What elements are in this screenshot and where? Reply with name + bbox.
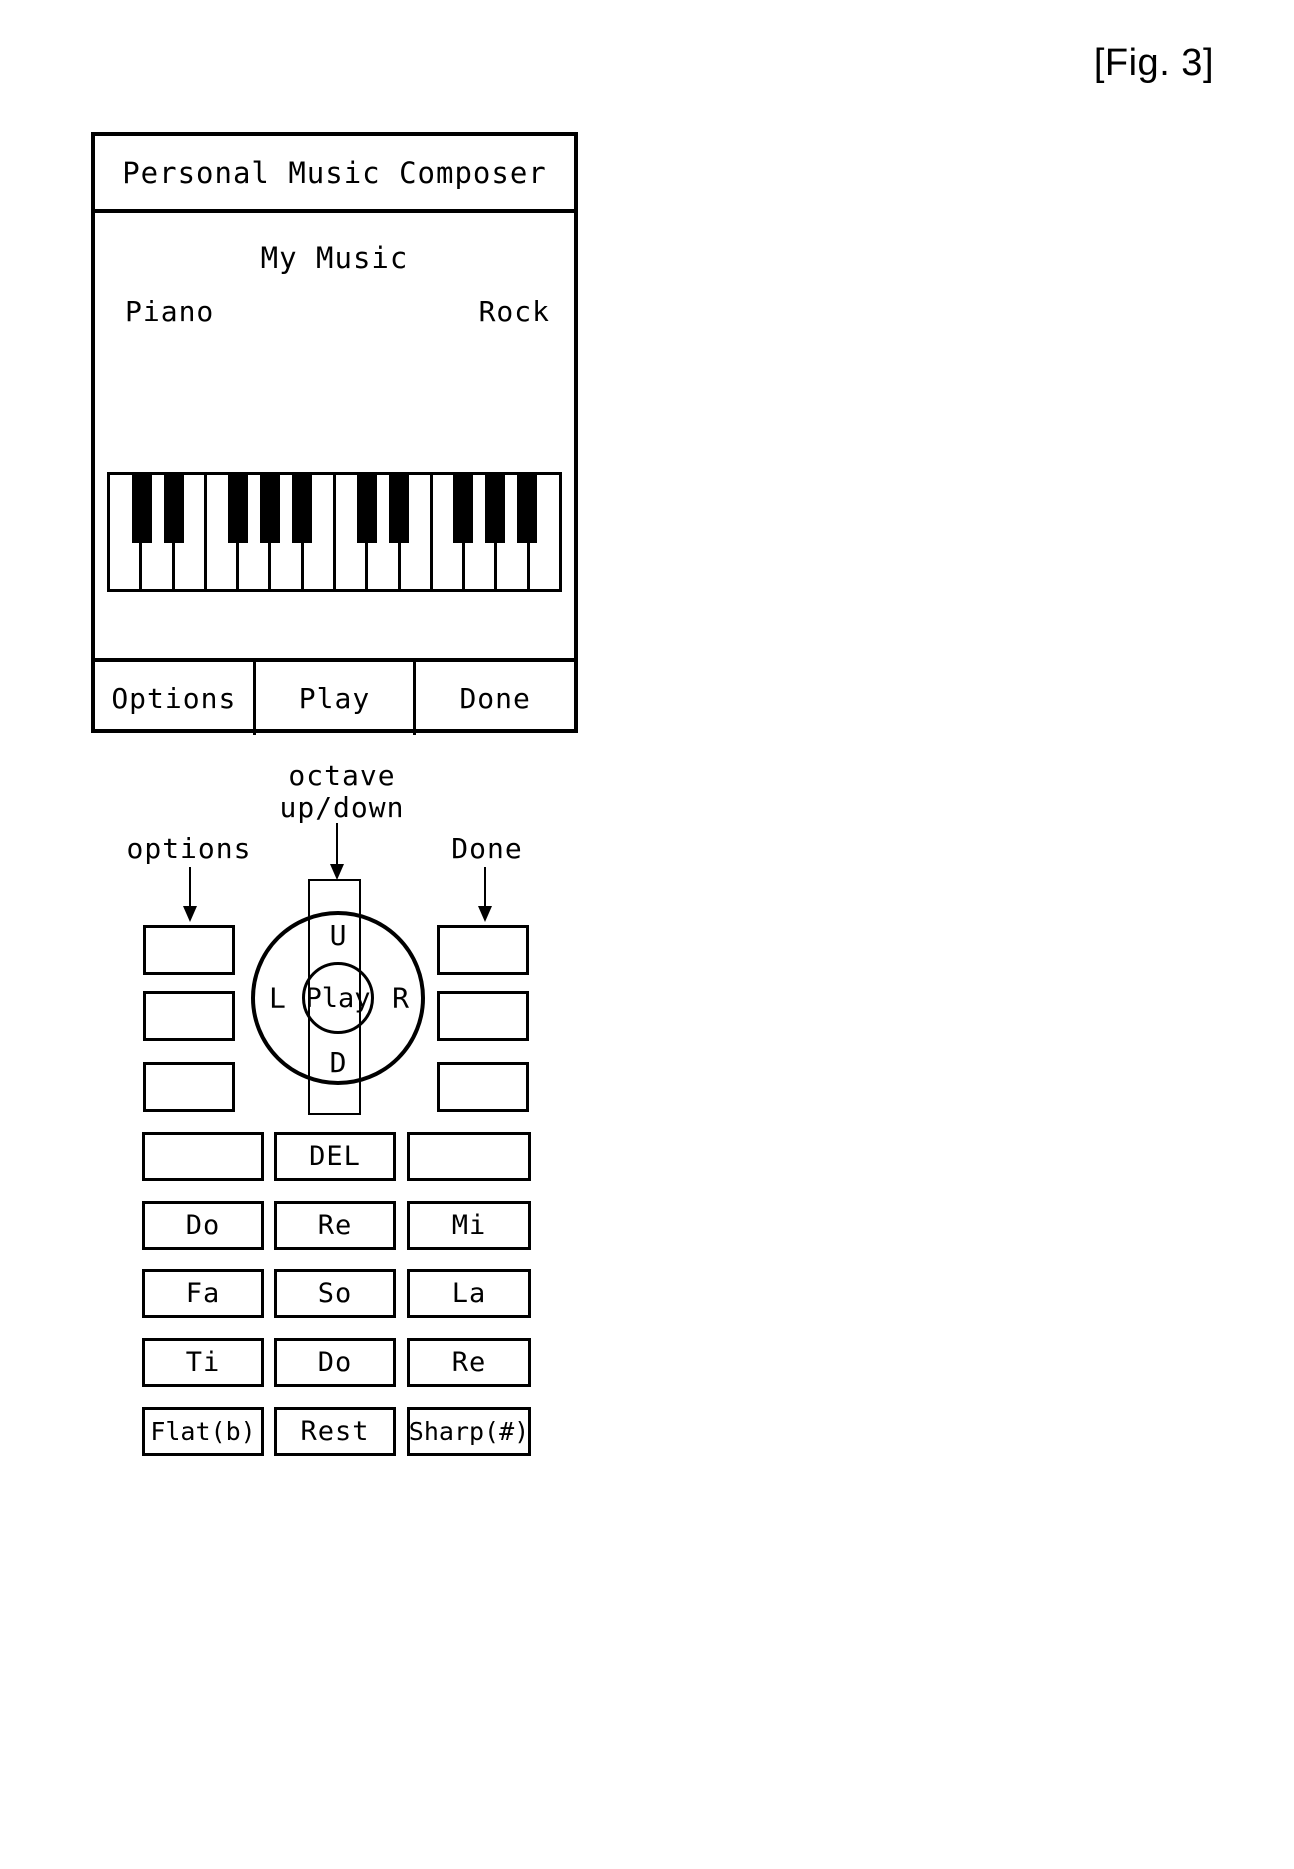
keypad-right-button-2[interactable] <box>437 991 529 1041</box>
keypad-button-do[interactable]: Do <box>274 1338 396 1387</box>
octave-up-down-rect[interactable] <box>308 879 361 1115</box>
keypad-button-so[interactable]: So <box>274 1269 396 1318</box>
keypad-button-do[interactable]: Do <box>142 1201 264 1250</box>
keypad-button-mi[interactable]: Mi <box>407 1201 531 1250</box>
keypad-right-button-1[interactable] <box>437 925 529 975</box>
keypad-button-flat-b[interactable]: Flat(b) <box>142 1407 264 1456</box>
dpad-right-label[interactable]: R <box>392 982 409 1015</box>
keypad-button-la[interactable]: La <box>407 1269 531 1318</box>
dpad-left-label[interactable]: L <box>269 982 286 1015</box>
keypad-button-del[interactable]: DEL <box>274 1132 396 1181</box>
keypad-button-re[interactable]: Re <box>274 1201 396 1250</box>
keypad-button-sharp[interactable]: Sharp(#) <box>407 1407 531 1456</box>
keypad-region: DEL Do Re Mi Fa So La Ti Do Re Flat(b) Rest Sharp(#) <box>0 0 1294 1869</box>
keypad-button-blank-r1c3[interactable] <box>407 1132 531 1181</box>
keypad-button-blank-r1c1[interactable] <box>142 1132 264 1181</box>
keypad-button-ti[interactable]: Ti <box>142 1338 264 1387</box>
keypad-button-fa[interactable]: Fa <box>142 1269 264 1318</box>
keypad-button-re[interactable]: Re <box>407 1338 531 1387</box>
keypad-left-button-2[interactable] <box>143 991 235 1041</box>
keypad-right-button-3[interactable] <box>437 1062 529 1112</box>
keypad-button-rest[interactable]: Rest <box>274 1407 396 1456</box>
keypad-left-button-1[interactable] <box>143 925 235 975</box>
keypad-left-button-3[interactable] <box>143 1062 235 1112</box>
